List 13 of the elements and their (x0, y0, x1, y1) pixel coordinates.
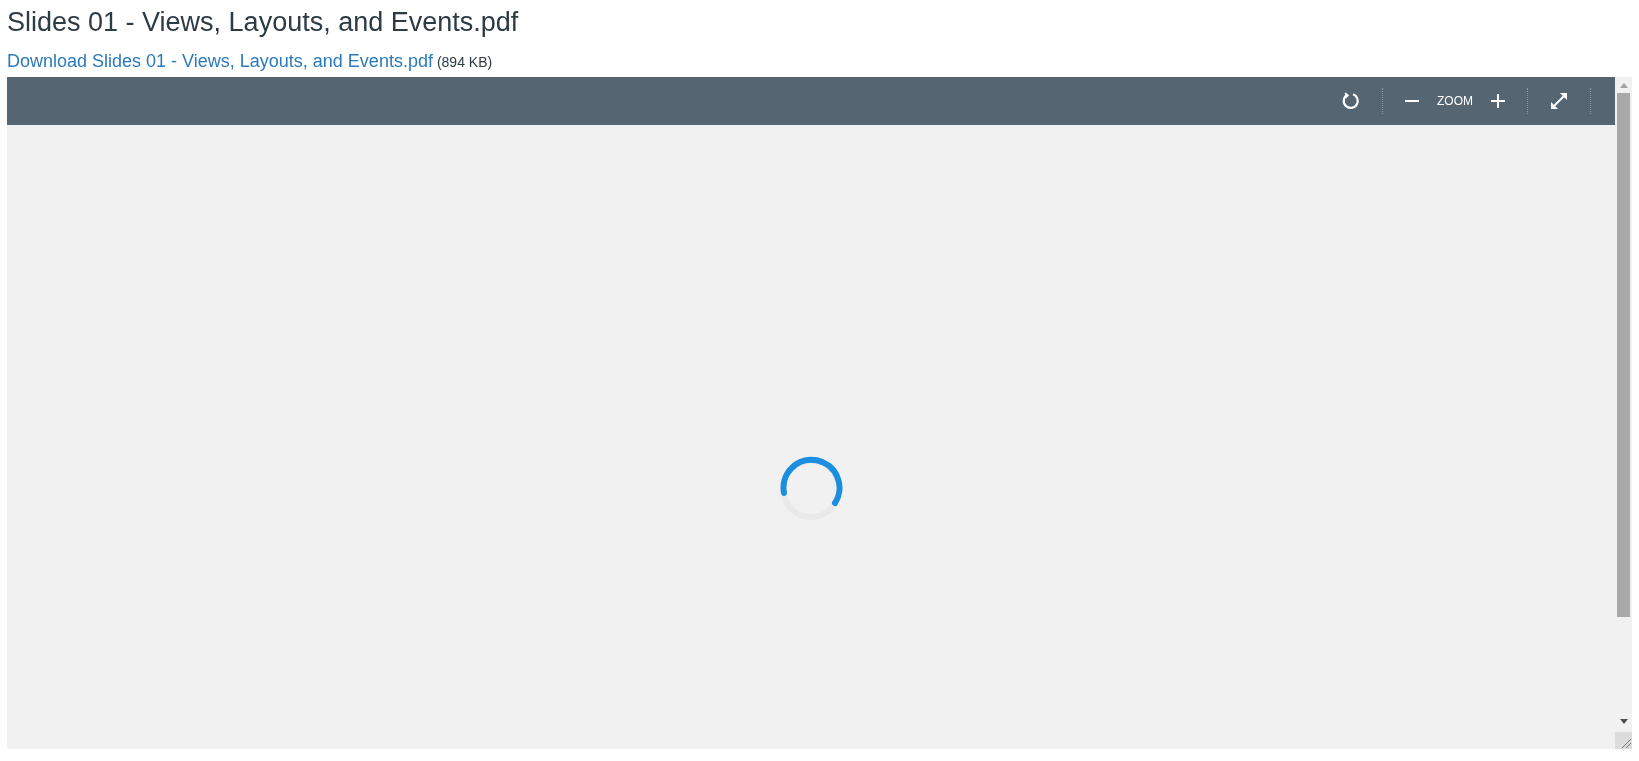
download-link[interactable]: Download Slides 01 - Views, Layouts, and Events.pdf (7, 48, 433, 75)
page-title: Slides 01 - Views, Layouts, and Events.pdf (6, 6, 520, 39)
file-size: (894 KB) (436, 53, 493, 72)
scrollbar[interactable] (1615, 77, 1632, 749)
zoom-label: ZOOM (1437, 93, 1473, 110)
scrollbar-thumb[interactable] (1617, 93, 1630, 617)
fullscreen-icon[interactable] (1548, 90, 1570, 112)
scroll-down-icon[interactable] (1619, 719, 1628, 724)
resize-grip[interactable] (1615, 732, 1632, 749)
resize-grip-icon (1620, 737, 1632, 749)
rotate-icon[interactable] (1340, 90, 1362, 112)
loading-spinner (778, 456, 844, 522)
zoom-in-icon[interactable] (1489, 92, 1507, 110)
